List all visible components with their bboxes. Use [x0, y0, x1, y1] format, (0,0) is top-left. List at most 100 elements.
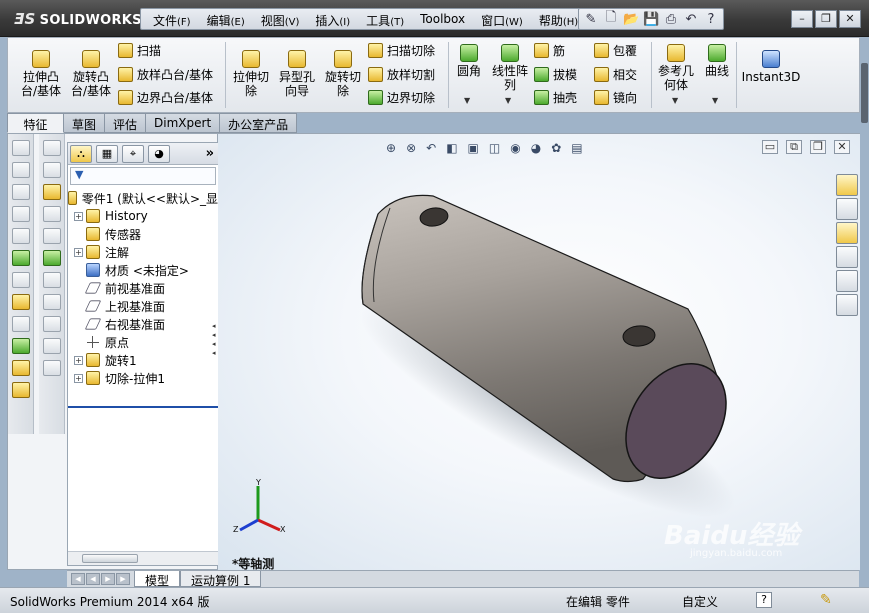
fillet-button[interactable]: 圆角	[452, 44, 486, 78]
box-icon[interactable]	[42, 338, 61, 354]
tree-item-sensors[interactable]: 传感器	[68, 225, 218, 243]
boundary-cut-button[interactable]: 边界切除	[368, 89, 435, 106]
layer-icon[interactable]	[11, 360, 30, 376]
expand-icon[interactable]: +	[74, 247, 83, 257]
more-tabs-icon[interactable]: »	[206, 146, 214, 161]
table-icon[interactable]	[42, 360, 61, 376]
solidworks-logo[interactable]: ƎS SOLIDWORKS	[14, 10, 142, 28]
menu-tools[interactable]: 工具(T)	[358, 9, 412, 29]
tree-item-revolve1[interactable]: + 旋转1	[68, 351, 218, 369]
next-tab-icon[interactable]: ▶	[101, 573, 115, 585]
intersect-button[interactable]: 相交	[594, 66, 637, 83]
reference-geometry-button[interactable]: 参考几 何体	[654, 44, 698, 92]
open-folder-icon[interactable]: 📂	[623, 12, 639, 27]
save-icon[interactable]: 💾	[643, 12, 659, 27]
tree-item-cut-extrude1[interactable]: + 切除-拉伸1	[68, 369, 218, 387]
box-icon[interactable]	[11, 228, 30, 244]
box-icon[interactable]	[11, 162, 30, 178]
task-pane-grip[interactable]	[861, 63, 868, 123]
tree-item-history[interactable]: + History	[68, 207, 218, 225]
status-help-icon[interactable]: ?	[756, 592, 772, 608]
config-manager-tab-icon[interactable]: ⌖	[122, 144, 144, 163]
property-manager-tab-icon[interactable]: ▦	[96, 144, 118, 163]
fillet-dropdown-icon[interactable]: ▼	[464, 96, 470, 105]
sketch-icon[interactable]	[11, 294, 30, 310]
box-icon[interactable]	[11, 206, 30, 222]
status-pin-icon[interactable]: ✎	[820, 592, 832, 608]
box-icon[interactable]	[42, 162, 61, 178]
restore-icon[interactable]: ❐	[815, 10, 837, 28]
expand-icon[interactable]: +	[74, 373, 83, 383]
move-icon[interactable]	[11, 338, 30, 354]
rollback-bar[interactable]	[68, 406, 218, 408]
wrap-button[interactable]: 包覆	[594, 42, 637, 59]
menu-toolbox[interactable]: Toolbox	[412, 9, 473, 29]
box-icon[interactable]	[42, 228, 61, 244]
close-icon[interactable]: ✕	[839, 10, 861, 28]
tree-item-right-plane[interactable]: 右视基准面	[68, 315, 218, 333]
box-icon[interactable]	[11, 140, 30, 156]
revolve-boss-button[interactable]: 旋转凸 台/基体	[66, 50, 116, 98]
file-explorer-icon[interactable]	[836, 222, 858, 244]
new-document-icon[interactable]: 🗋	[603, 8, 619, 30]
draft-button[interactable]: 拔模	[534, 66, 577, 83]
undo-icon[interactable]: ↶	[683, 12, 699, 27]
tab-motion-study[interactable]: 运动算例 1	[180, 571, 262, 588]
boundary-boss-button[interactable]: 边界凸台/基体	[118, 89, 213, 106]
box-icon[interactable]	[42, 272, 61, 288]
lofted-cut-button[interactable]: 放样切割	[368, 66, 435, 83]
tab-sketch[interactable]: 草图	[64, 113, 106, 133]
prev-tab-icon[interactable]: ◀	[86, 573, 100, 585]
box-icon[interactable]	[11, 250, 30, 266]
tree-item-front-plane[interactable]: 前视基准面	[68, 279, 218, 297]
graphics-area[interactable]: ⊕ ⊗ ↶ ◧ ▣ ◫ ◉ ◕ ✿ ▤ ▭ ⧉ ❐ ✕ Y X Z *等轴测	[218, 133, 860, 571]
tree-root[interactable]: 零件1 (默认<<默认>_显	[68, 189, 218, 207]
filter-field[interactable]: ▼	[70, 167, 216, 185]
tab-evaluate[interactable]: 评估	[105, 113, 147, 133]
expand-icon[interactable]: +	[74, 355, 83, 365]
extrude-cut-button[interactable]: 拉伸切 除	[230, 50, 272, 98]
design-library-icon[interactable]	[836, 198, 858, 220]
loft-boss-button[interactable]: 放样凸台/基体	[118, 66, 213, 83]
revolve-cut-button[interactable]: 旋转切 除	[321, 50, 365, 98]
menu-file[interactable]: 文件(F)	[145, 9, 199, 29]
menu-insert[interactable]: 插入(I)	[307, 9, 358, 29]
first-tab-icon[interactable]: ◀	[71, 573, 85, 585]
solidworks-resources-icon[interactable]	[836, 174, 858, 196]
instant3d-button[interactable]: Instant3D	[740, 50, 802, 84]
linear-pattern-button[interactable]: 线性阵 列	[488, 44, 532, 92]
extrude-boss-button[interactable]: 拉伸凸 台/基体	[16, 50, 66, 98]
tree-item-origin[interactable]: 原点	[68, 333, 218, 351]
tab-office-products[interactable]: 办公室产品	[220, 113, 298, 133]
help-icon[interactable]: ?	[703, 12, 719, 27]
tree-item-material[interactable]: 材质 <未指定>	[68, 261, 218, 279]
tree-item-top-plane[interactable]: 上视基准面	[68, 297, 218, 315]
box-icon[interactable]	[42, 206, 61, 222]
box-icon[interactable]	[42, 316, 61, 332]
scrollbar-thumb[interactable]	[82, 554, 138, 563]
box-icon[interactable]	[42, 294, 61, 310]
feature-tree-tab-icon[interactable]: ⛬	[70, 144, 92, 163]
status-units[interactable]: 自定义	[682, 593, 718, 610]
layer-icon[interactable]	[11, 382, 30, 398]
mirror-button[interactable]: 镜向	[594, 89, 637, 106]
line-icon[interactable]	[11, 316, 30, 332]
part-model[interactable]	[218, 134, 860, 571]
sweep-button[interactable]: 扫描	[118, 42, 161, 59]
pattern-dropdown-icon[interactable]: ▼	[505, 96, 511, 105]
minimize-icon[interactable]: –	[791, 10, 813, 28]
shell-button[interactable]: 抽壳	[534, 89, 577, 106]
hole-wizard-button[interactable]: 异型孔 向导	[274, 50, 320, 98]
rib-button[interactable]: 筋	[534, 42, 565, 59]
tab-features[interactable]: 特征	[7, 113, 64, 133]
tree-item-annotations[interactable]: + 注解	[68, 243, 218, 261]
box-icon[interactable]	[42, 184, 61, 200]
last-tab-icon[interactable]: ▶	[116, 573, 130, 585]
tab-dimxpert[interactable]: DimXpert	[146, 113, 221, 133]
box-icon[interactable]	[11, 184, 30, 200]
horizontal-scrollbar[interactable]	[68, 551, 218, 565]
swept-cut-button[interactable]: 扫描切除	[368, 42, 435, 59]
reference-geometry-dropdown-icon[interactable]: ▼	[672, 96, 678, 105]
custom-properties-icon[interactable]	[836, 294, 858, 316]
expand-icon[interactable]: +	[74, 211, 83, 221]
